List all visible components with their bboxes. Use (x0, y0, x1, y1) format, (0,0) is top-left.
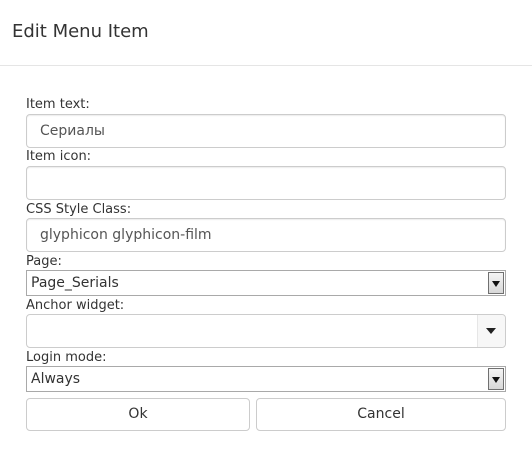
page-select-value: Page_Serials (31, 275, 119, 291)
dialog-header: Edit Menu Item (0, 0, 532, 66)
anchor-widget-select[interactable] (26, 314, 506, 348)
anchor-widget-label: Anchor widget: (26, 298, 125, 313)
login-mode-value: Always (31, 371, 81, 387)
cancel-button[interactable]: Cancel (256, 398, 506, 431)
item-text-label: Item text: (26, 97, 90, 112)
css-style-class-label: CSS Style Class: (26, 202, 132, 217)
page-label: Page: (26, 254, 62, 269)
chevron-down-icon[interactable] (477, 315, 505, 347)
dialog-title: Edit Menu Item (12, 21, 149, 42)
page-select[interactable]: Page_Serials (26, 270, 506, 296)
item-icon-label: Item icon: (26, 149, 92, 164)
item-text-input[interactable]: Сериалы (26, 114, 506, 148)
login-mode-select[interactable]: Always (26, 366, 506, 392)
ok-button[interactable]: Ok (26, 398, 250, 431)
login-mode-label: Login mode: (26, 350, 107, 365)
chevron-down-icon[interactable] (488, 368, 504, 390)
css-style-class-input[interactable]: glyphicon glyphicon-film (26, 218, 506, 252)
item-icon-input[interactable] (26, 166, 506, 200)
chevron-down-icon[interactable] (488, 272, 504, 294)
